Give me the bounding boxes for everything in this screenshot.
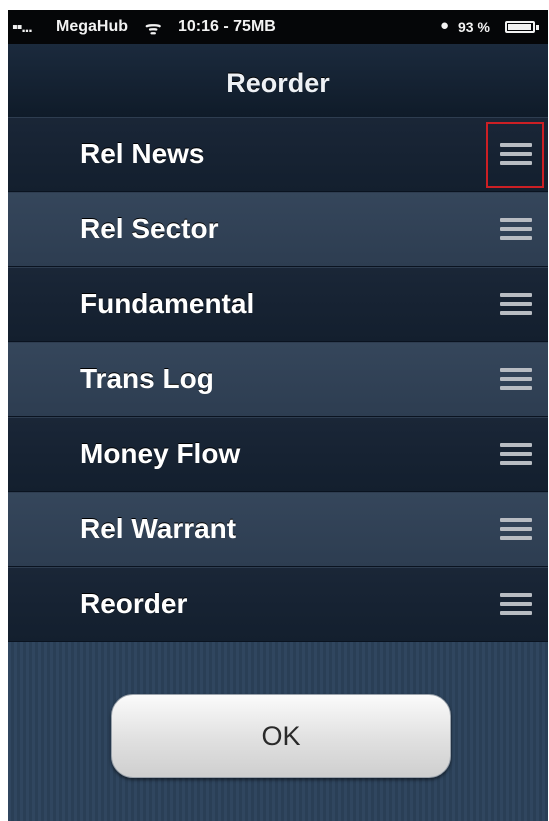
list-item-label: Trans Log bbox=[80, 363, 214, 394]
battery-icon bbox=[505, 21, 535, 33]
handle-bar bbox=[500, 518, 532, 522]
battery-tip bbox=[536, 25, 539, 30]
list-item-label: Rel News bbox=[80, 138, 205, 169]
status-bar: ▪▪... MegaHub ᯤ 10:16 - 75MB ● 93 % bbox=[8, 10, 548, 44]
handle-bar bbox=[500, 593, 532, 597]
status-time: 10:16 - 75MB bbox=[178, 18, 276, 35]
handle-bar bbox=[500, 461, 532, 465]
reorder-handle-icon[interactable] bbox=[486, 122, 544, 188]
reorder-handle-icon[interactable] bbox=[498, 593, 534, 617]
handle-bar bbox=[500, 386, 532, 390]
list-item[interactable]: Fundamental bbox=[8, 267, 548, 342]
list-item-label: Money Flow bbox=[80, 438, 241, 469]
handle-bar bbox=[500, 452, 532, 456]
handle-bar bbox=[500, 443, 532, 447]
handle-bar bbox=[500, 602, 532, 606]
phone-screen: ▪▪... MegaHub ᯤ 10:16 - 75MB ● 93 % Reor… bbox=[8, 10, 548, 821]
handle-bar bbox=[500, 536, 532, 540]
handle-bar bbox=[500, 227, 532, 231]
handle-bar bbox=[500, 302, 532, 306]
wifi-icon: ᯤ bbox=[145, 18, 162, 38]
page-title: Reorder bbox=[226, 68, 330, 98]
handle-bar bbox=[500, 377, 532, 381]
list-item-label: Rel Warrant bbox=[80, 513, 237, 544]
battery-percent: 93 % bbox=[458, 19, 490, 35]
list-item[interactable]: Rel Warrant bbox=[8, 492, 548, 567]
reorder-list: Rel News Rel Sector Fundamental Trans Log Mo… bbox=[8, 117, 548, 642]
list-item-label: Fundamental bbox=[80, 288, 255, 319]
reorder-handle-icon[interactable] bbox=[498, 293, 534, 317]
handle-bar bbox=[500, 311, 532, 315]
handle-bar bbox=[500, 236, 532, 240]
chat-bubble-icon: ● bbox=[440, 17, 450, 34]
handle-bar bbox=[500, 611, 532, 615]
list-item-label: Rel Sector bbox=[80, 213, 219, 244]
list-item[interactable]: Reorder bbox=[8, 567, 548, 642]
handle-bar bbox=[500, 161, 532, 165]
reorder-handle-icon[interactable] bbox=[498, 443, 534, 467]
reorder-handle-icon[interactable] bbox=[498, 218, 534, 242]
footer-area: OK bbox=[8, 642, 548, 821]
handle-bar bbox=[500, 293, 532, 297]
ok-button[interactable]: OK bbox=[111, 694, 451, 778]
list-item-label: Reorder bbox=[80, 588, 188, 619]
handle-bar bbox=[500, 143, 532, 147]
handle-bar bbox=[500, 368, 532, 372]
list-item[interactable]: Trans Log bbox=[8, 342, 548, 417]
signal-strength: ▪▪... bbox=[12, 19, 33, 36]
list-item[interactable]: Money Flow bbox=[8, 417, 548, 492]
reorder-handle-icon[interactable] bbox=[498, 368, 534, 392]
handle-bar bbox=[500, 218, 532, 222]
list-item[interactable]: Rel Sector bbox=[8, 192, 548, 267]
handle-bar bbox=[500, 152, 532, 156]
handle-bar bbox=[500, 527, 532, 531]
list-item[interactable]: Rel News bbox=[8, 117, 548, 192]
reorder-handle-icon[interactable] bbox=[498, 518, 534, 542]
navigation-bar: Reorder bbox=[8, 44, 548, 117]
carrier-name: MegaHub bbox=[56, 18, 128, 35]
